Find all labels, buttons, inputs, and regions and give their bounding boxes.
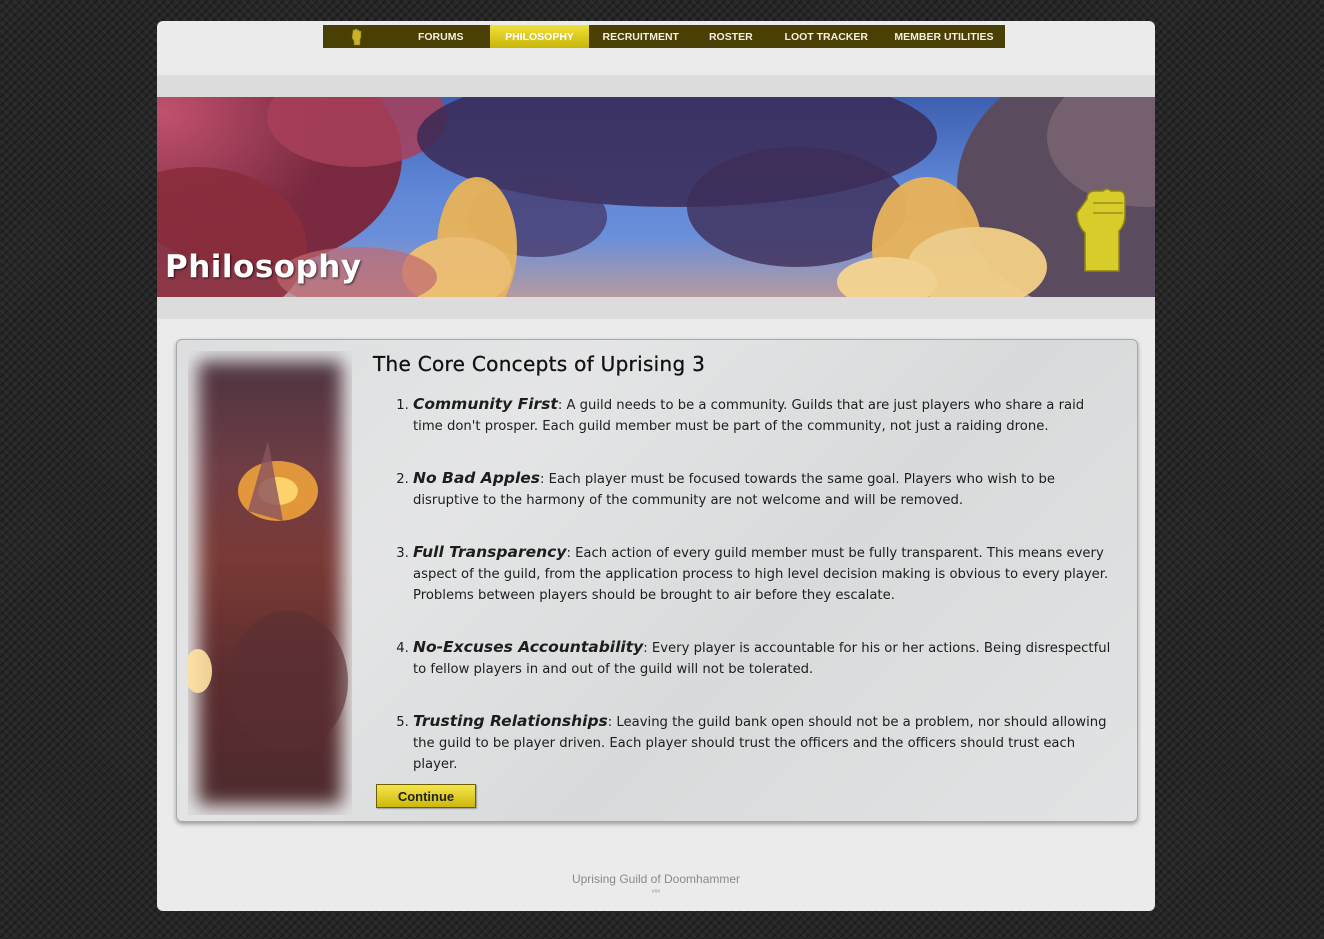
list-item: No Bad Apples: Each player must be focus… — [413, 468, 1118, 511]
section-heading: The Core Concepts of Uprising 3 — [373, 352, 706, 376]
content-panel: The Core Concepts of Uprising 3 Communit… — [176, 339, 1138, 822]
footer-text: Uprising Guild of Doomhammer — [571, 872, 741, 886]
list-item: Full Transparency: Each action of every … — [413, 542, 1118, 606]
nav-item-loot-tracker[interactable]: LOOT TRACKER — [770, 25, 883, 48]
fist-icon — [352, 28, 362, 45]
fire-scene-image — [184, 441, 348, 751]
continue-button[interactable]: Continue — [376, 784, 476, 808]
nav-item-recruitment[interactable]: RECRUITMENT — [589, 25, 692, 48]
concepts-content: The Core Concepts of Uprising 3 Communit… — [373, 352, 1118, 806]
hero-banner: Philosophy — [157, 97, 1155, 297]
nav-home-link[interactable] — [323, 25, 392, 48]
list-item: Community First: A guild needs to be a c… — [413, 394, 1118, 437]
nav-item-member-utilities[interactable]: MEMBER UTILITIES — [883, 25, 1005, 48]
concept-term: No-Excuses Accountability — [413, 638, 644, 656]
hero-bottom-band — [157, 297, 1155, 319]
list-item: No-Excuses Accountability: Every player … — [413, 637, 1118, 680]
nav-item-roster[interactable]: ROSTER — [692, 25, 770, 48]
side-artwork — [184, 351, 352, 815]
main-nav: FORUMS PHILOSOPHY RECRUITMENT ROSTER LOO… — [323, 25, 1005, 48]
page-container: FORUMS PHILOSOPHY RECRUITMENT ROSTER LOO… — [157, 21, 1155, 911]
header-band — [157, 75, 1155, 97]
concepts-list: Community First: A guild needs to be a c… — [373, 394, 1118, 775]
concept-term: No Bad Apples — [413, 469, 541, 487]
nav-item-philosophy[interactable]: PHILOSOPHY — [489, 25, 590, 48]
footer-small-text: ### — [651, 889, 661, 895]
concept-term: Full Transparency — [413, 543, 567, 561]
nav-item-forums[interactable]: FORUMS — [392, 25, 490, 48]
concept-term: Community First — [413, 395, 558, 413]
list-item: Trusting Relationships: Leaving the guil… — [413, 711, 1118, 775]
page-title: Philosophy — [165, 249, 362, 285]
concept-term: Trusting Relationships — [413, 712, 608, 730]
